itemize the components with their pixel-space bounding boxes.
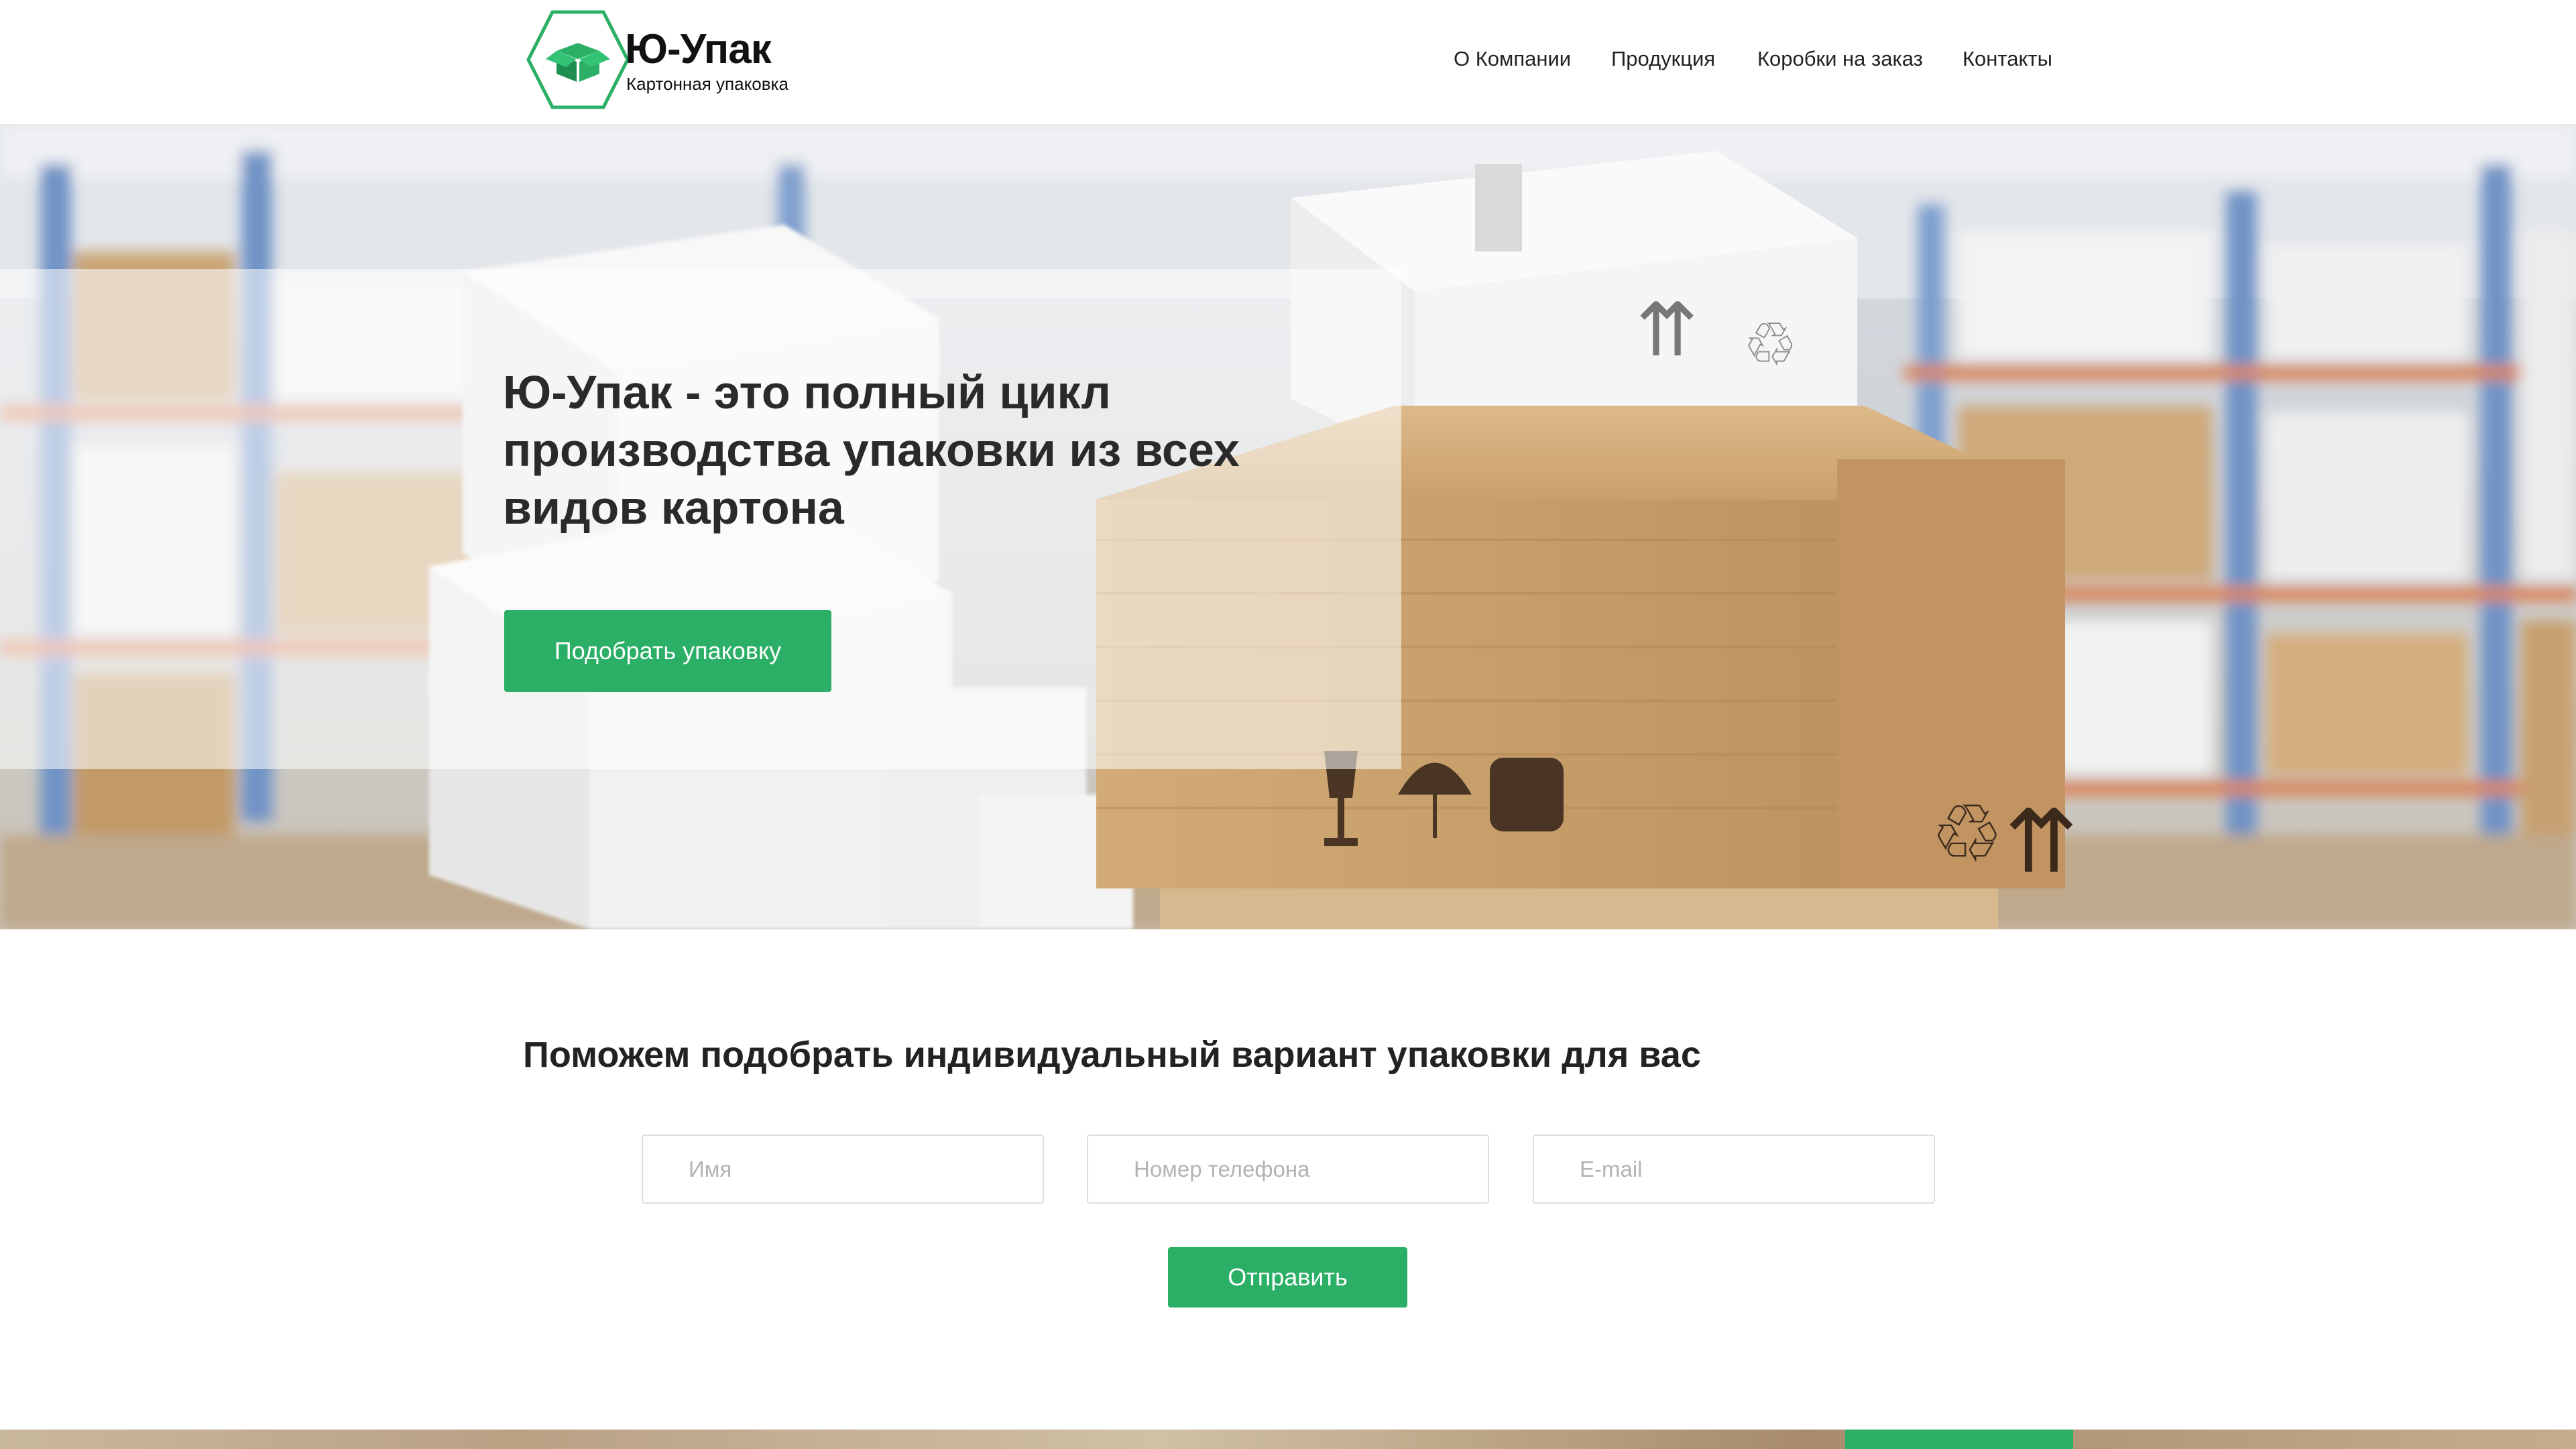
main-nav: О Компании Продукция Коробки на заказ Ко… (0, 47, 2576, 80)
email-input[interactable] (1533, 1135, 1935, 1204)
svg-text:⇈: ⇈ (2005, 791, 2078, 892)
svg-text:♲: ♲ (1743, 310, 1798, 380)
hero-title: Ю-Упак - это полный цикл производства уп… (503, 366, 1240, 534)
nav-item-contacts[interactable]: Контакты (1963, 47, 2052, 71)
nav-item-about[interactable]: О Компании (1454, 47, 1571, 71)
next-section-accent-bar (1845, 1430, 2073, 1449)
svg-text:♲: ♲ (1931, 788, 2003, 881)
form-title: Поможем подобрать индивидуальный вариант… (523, 1035, 1701, 1075)
hero-section: ⇈ ♲ ♲ ⇈ Ю-Упак - это полный цикл произво… (0, 124, 2576, 929)
name-input[interactable] (642, 1135, 1044, 1204)
site-header: Ю-Упак Картонная упаковка О Компании Про… (0, 0, 2576, 124)
nav-item-custom-boxes[interactable]: Коробки на заказ (1757, 47, 1923, 71)
svg-text:⇈: ⇈ (1636, 287, 1698, 373)
pick-packaging-button[interactable]: Подобрать упаковку (504, 610, 831, 692)
nav-item-products[interactable]: Продукция (1611, 47, 1715, 71)
submit-button[interactable]: Отправить (1168, 1247, 1407, 1308)
request-form-section: Поможем подобрать индивидуальный вариант… (0, 929, 2576, 1430)
phone-input[interactable] (1087, 1135, 1489, 1204)
next-section-image-edge (0, 1430, 2576, 1449)
